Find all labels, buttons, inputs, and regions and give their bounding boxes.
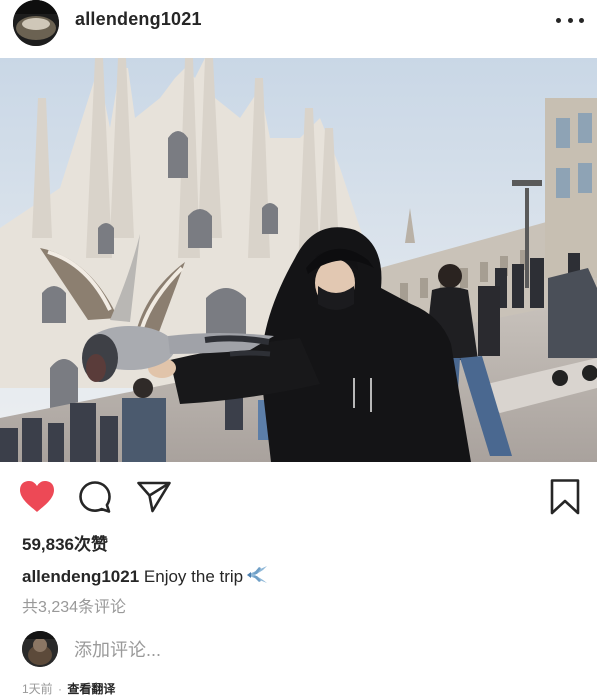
username[interactable]: allendeng1021: [75, 9, 202, 30]
separator: ·: [58, 682, 63, 696]
add-comment-input[interactable]: [74, 636, 554, 664]
instagram-post: allendeng1021 59,836次赞 allendeng1021 Enj…: [0, 0, 597, 700]
avatar[interactable]: [13, 0, 59, 46]
airplane-emoji: [245, 563, 269, 590]
add-comment-row: [0, 628, 597, 672]
post-meta: 1天前 · 查看翻译: [22, 680, 115, 697]
heart-icon[interactable]: [18, 480, 56, 514]
action-bar: [0, 474, 597, 518]
like-count[interactable]: 59,836次赞: [22, 530, 108, 555]
timestamp: 1天前: [22, 682, 53, 696]
see-translation-link[interactable]: 查看翻译: [67, 682, 115, 696]
paper-plane-icon[interactable]: [136, 480, 172, 514]
bookmark-icon[interactable]: [549, 478, 581, 516]
more-options-icon[interactable]: [556, 12, 584, 28]
caption-username[interactable]: allendeng1021: [22, 567, 139, 586]
comment-icon[interactable]: [78, 480, 112, 514]
view-comments-link[interactable]: 共3,234条评论: [22, 593, 126, 617]
post-photo[interactable]: [0, 58, 597, 462]
post-header: allendeng1021: [0, 0, 597, 58]
caption: allendeng1021 Enjoy the trip: [22, 563, 269, 590]
avatar: [22, 631, 58, 667]
caption-text: Enjoy the trip: [143, 567, 244, 586]
